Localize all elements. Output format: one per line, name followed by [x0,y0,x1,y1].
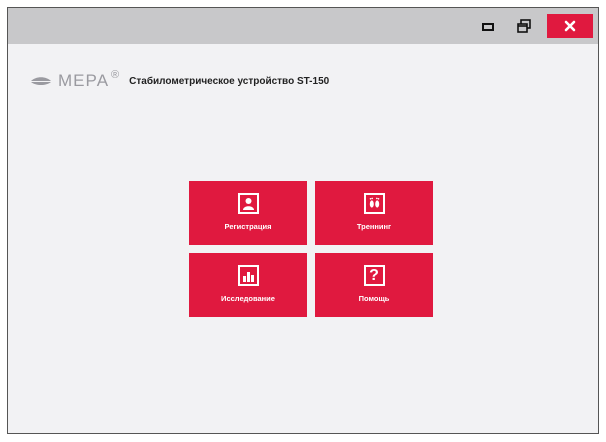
tile-label: Помощь [358,294,390,303]
restore-icon [517,19,531,33]
header-brand: МЕРА ® Стабилометрическое устройство ST-… [30,69,330,92]
tile-label: Регистрация [224,222,272,231]
logo-registered-mark: ® [111,69,120,81]
logo-text: МЕРА [58,71,110,90]
minimize-button[interactable] [474,14,502,38]
footprints-icon [363,193,385,214]
device-title: Стабилометрическое устройство ST-150 [129,75,330,87]
close-icon [564,20,576,32]
title-bar [8,8,598,44]
tile-label: Треннинг [356,222,392,231]
registration-button[interactable]: Регистрация [189,181,307,245]
minimize-icon [482,23,494,31]
app-window: МЕРА ® Стабилометрическое устройство ST-… [7,7,599,434]
person-icon [237,193,259,214]
restore-button[interactable] [510,14,538,38]
close-button[interactable] [547,14,593,38]
training-button[interactable]: Треннинг [315,181,433,245]
help-button[interactable]: ? Помощь [315,253,433,317]
mera-logo-icon [31,77,51,85]
tile-label: Исследование [221,294,275,303]
bar-chart-icon [237,265,259,286]
question-icon: ? [363,265,385,286]
research-button[interactable]: Исследование [189,253,307,317]
